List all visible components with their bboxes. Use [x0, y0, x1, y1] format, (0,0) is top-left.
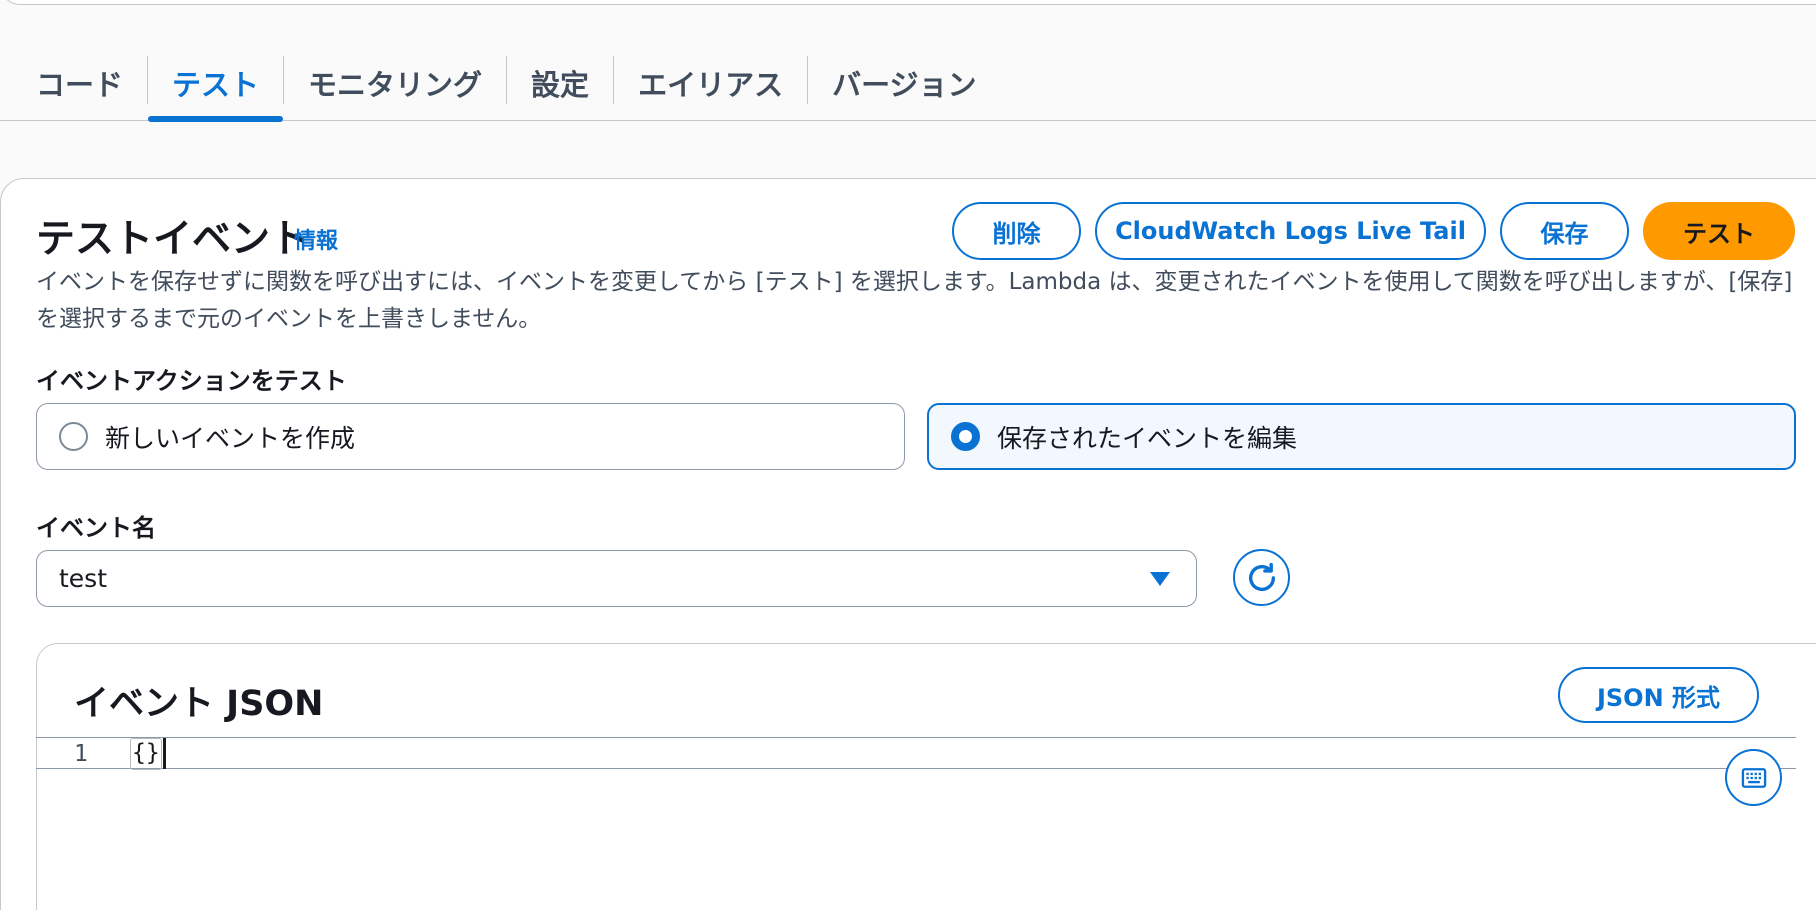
info-link[interactable]: 情報: [294, 223, 338, 255]
line-number: 1: [74, 741, 88, 767]
radio-checked-icon: [951, 422, 980, 451]
code-text[interactable]: {}: [130, 738, 162, 770]
keyboard-shortcuts-button[interactable]: [1725, 749, 1782, 806]
keyboard-icon: [1741, 767, 1766, 788]
tab-code[interactable]: コード: [0, 40, 147, 121]
tab-aliases[interactable]: エイリアス: [614, 40, 807, 121]
refresh-icon: [1248, 562, 1275, 591]
test-button[interactable]: テスト: [1643, 202, 1795, 260]
refresh-button[interactable]: [1233, 549, 1290, 606]
tab-versions[interactable]: バージョン: [808, 40, 1000, 121]
text-cursor: [163, 738, 166, 769]
event-name-value: test: [59, 564, 108, 593]
delete-button[interactable]: 削除: [952, 202, 1081, 260]
panel-title: テストイベント: [36, 217, 310, 262]
tab-test[interactable]: テスト: [148, 40, 284, 122]
radio-edit-saved-event[interactable]: 保存されたイベントを編集: [927, 403, 1796, 470]
panel-description: イベントを保存せずに関数を呼び出すには、イベントを変更してから [テスト] を選…: [36, 269, 1793, 332]
save-button[interactable]: 保存: [1500, 202, 1629, 260]
live-tail-button[interactable]: CloudWatch Logs Live Tail: [1095, 202, 1486, 260]
radio-unchecked-icon: [59, 422, 88, 451]
event-json-title: イベント JSON: [74, 684, 324, 724]
radio-label: 保存されたイベントを編集: [997, 423, 1298, 453]
radio-create-new-event[interactable]: 新しいイベントを作成: [36, 403, 905, 470]
event-action-label: イベントアクションをテスト: [36, 367, 347, 395]
event-name-label: イベント名: [36, 514, 156, 542]
tab-bar: コード テスト モニタリング 設定 エイリアス バージョン: [0, 40, 1816, 122]
radio-label: 新しいイベントを作成: [105, 423, 356, 453]
tab-monitoring[interactable]: モニタリング: [284, 40, 506, 121]
top-card-edge: [0, 0, 1816, 5]
tab-settings[interactable]: 設定: [507, 40, 613, 121]
caret-down-icon: [1150, 572, 1170, 586]
json-format-button[interactable]: JSON 形式: [1558, 667, 1759, 723]
editor-active-line[interactable]: [36, 737, 1796, 769]
event-name-select[interactable]: test: [36, 550, 1197, 607]
